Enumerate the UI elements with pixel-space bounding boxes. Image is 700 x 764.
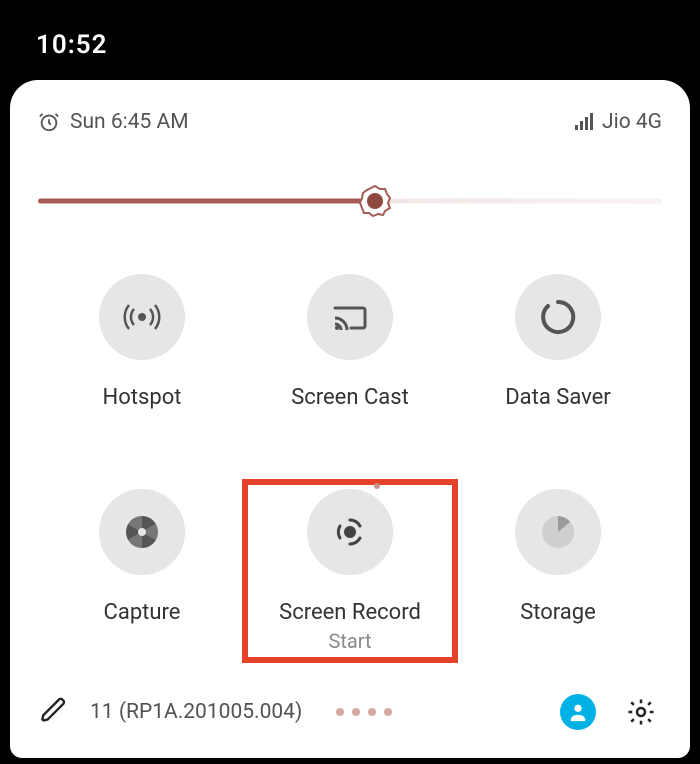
page-dot xyxy=(336,708,344,716)
slider-fill xyxy=(38,199,375,204)
tile-label: Screen Cast xyxy=(291,384,409,413)
version-text: 11 (RP1A.201005.004) xyxy=(90,700,302,724)
cast-icon xyxy=(307,274,393,360)
tile-sublabel: Start xyxy=(328,629,371,653)
page-dot xyxy=(368,708,376,716)
status-left: Sun 6:45 AM xyxy=(38,110,189,134)
slider-thumb[interactable] xyxy=(358,184,392,218)
tile-storage[interactable]: Storage xyxy=(454,483,662,660)
tile-label: Capture xyxy=(104,599,181,628)
device-clock: 10:52 xyxy=(36,30,108,60)
brightness-slider[interactable] xyxy=(38,186,662,216)
tile-data-saver[interactable]: Data Saver xyxy=(454,268,662,419)
tile-label: Screen Record xyxy=(279,599,421,628)
tile-hotspot[interactable]: Hotspot xyxy=(38,268,246,419)
storage-icon xyxy=(515,489,601,575)
data-saver-icon xyxy=(515,274,601,360)
page-dot xyxy=(352,708,360,716)
capture-icon xyxy=(99,489,185,575)
tile-label: Data Saver xyxy=(505,384,611,413)
user-icon[interactable] xyxy=(560,694,596,730)
status-right: Jio 4G xyxy=(574,110,662,134)
page-indicator xyxy=(336,708,392,716)
hotspot-icon xyxy=(99,274,185,360)
page-dot xyxy=(384,708,392,716)
status-datetime: Sun 6:45 AM xyxy=(70,110,189,134)
tile-screen-cast[interactable]: Screen Cast xyxy=(246,268,454,419)
status-dot-icon xyxy=(374,483,380,489)
record-icon xyxy=(307,489,393,575)
tile-screen-record[interactable]: Screen Record Start xyxy=(246,483,454,660)
status-bar: Sun 6:45 AM Jio 4G xyxy=(38,110,662,134)
signal-icon xyxy=(574,112,594,132)
quick-tiles-grid: Hotspot Screen Cast Data Saver xyxy=(38,268,662,659)
settings-icon[interactable] xyxy=(626,697,656,727)
tile-capture[interactable]: Capture xyxy=(38,483,246,660)
alarm-icon xyxy=(38,111,60,133)
edit-icon[interactable] xyxy=(40,696,68,728)
carrier-text: Jio 4G xyxy=(602,110,662,134)
panel-footer: 11 (RP1A.201005.004) xyxy=(38,668,662,738)
tile-label: Storage xyxy=(520,599,596,628)
quick-settings-panel: Sun 6:45 AM Jio 4G xyxy=(10,80,690,758)
tile-label: Hotspot xyxy=(103,384,182,413)
